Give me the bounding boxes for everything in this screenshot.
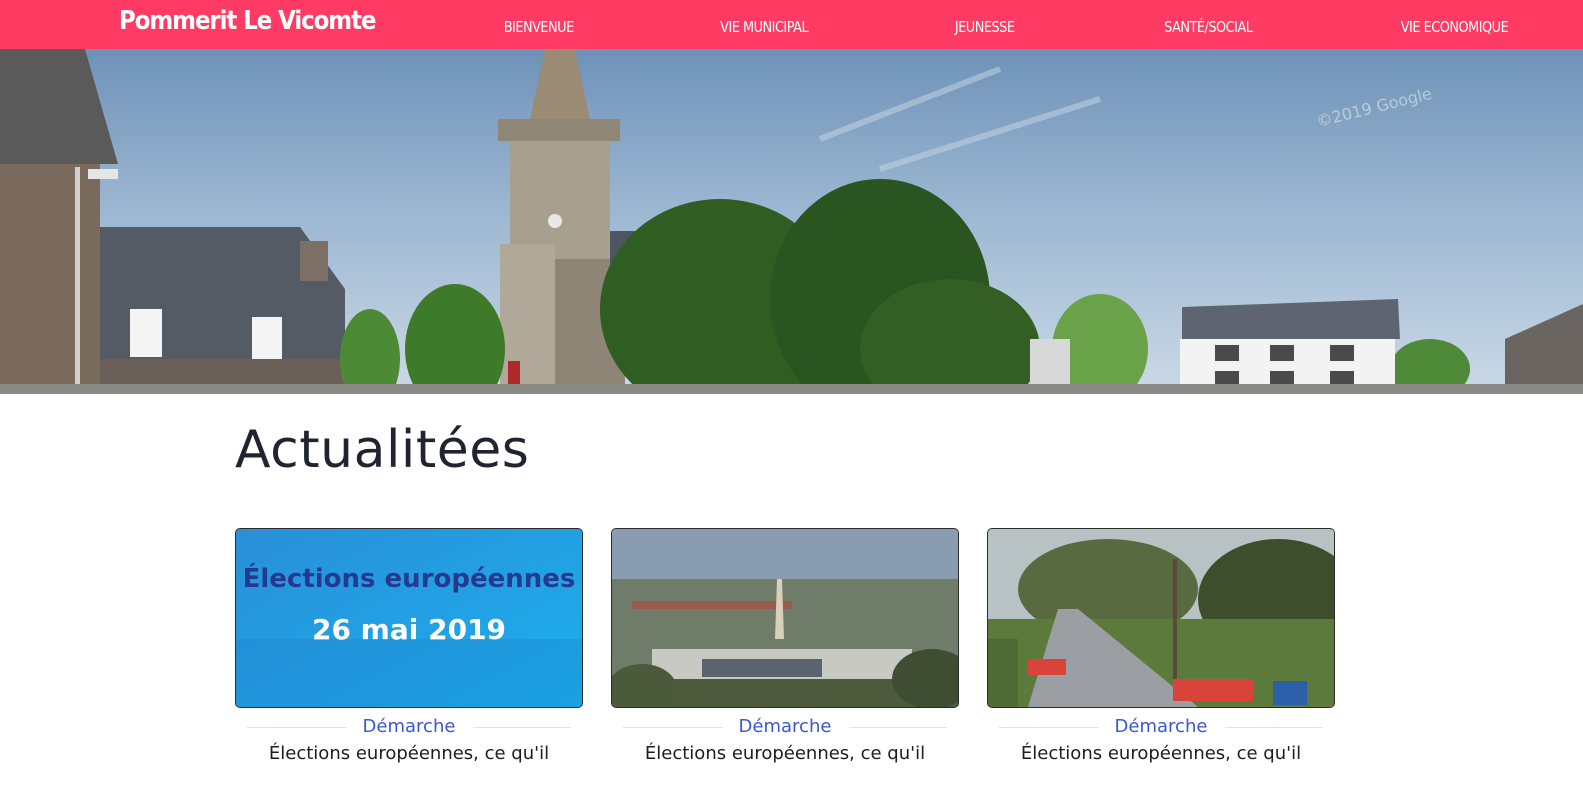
news-card-category-row: Démarche <box>235 708 583 746</box>
news-card-category[interactable]: Démarche <box>611 716 959 737</box>
news-card-image[interactable]: Élections européennes 26 mai 2019 <box>235 528 583 708</box>
news-card[interactable]: Démarche Élections européennes, ce qu'il <box>987 528 1335 764</box>
town-panorama-image <box>612 529 958 707</box>
top-navbar: Pommerit Le Vicomte BIENVENUE VIE MUNICI… <box>0 0 1583 49</box>
news-card-category[interactable]: Démarche <box>235 716 583 737</box>
elections-banner-line2: 26 mai 2019 <box>312 613 506 646</box>
news-card-title[interactable]: Élections européennes, ce qu'il <box>987 743 1335 764</box>
news-card-title[interactable]: Élections européennes, ce qu'il <box>611 743 959 764</box>
hero-village-photo: ©2019 Google <box>0 49 1583 394</box>
news-card-category[interactable]: Démarche <box>987 716 1335 737</box>
nav-item-vie-municipal[interactable]: VIE MUNICIPAL <box>720 18 809 36</box>
news-card-image[interactable] <box>987 528 1335 708</box>
news-card[interactable]: Élections européennes 26 mai 2019 Démarc… <box>235 528 583 764</box>
elections-banner-line1: Élections européennes <box>243 562 576 594</box>
road-works-image <box>988 529 1334 707</box>
nav-item-jeunesse[interactable]: JEUNESSE <box>955 18 1015 36</box>
news-card[interactable]: Démarche Élections européennes, ce qu'il <box>611 528 959 764</box>
hero-banner: ©2019 Google <box>0 49 1583 394</box>
news-card-category-row: Démarche <box>987 708 1335 746</box>
news-card-category-row: Démarche <box>611 708 959 746</box>
nav-item-vie-economique[interactable]: VIE ECONOMIQUE <box>1401 18 1509 36</box>
nav-item-sante-social[interactable]: SANTÉ/SOCIAL <box>1164 18 1253 36</box>
elections-banner-image: Élections européennes 26 mai 2019 <box>236 529 582 707</box>
nav-item-bienvenue[interactable]: BIENVENUE <box>504 18 575 36</box>
news-section-title: Actualitées <box>235 420 530 480</box>
site-brand-link[interactable]: Pommerit Le Vicomte <box>119 6 377 36</box>
news-card-title[interactable]: Élections européennes, ce qu'il <box>235 743 583 764</box>
news-card-image[interactable] <box>611 528 959 708</box>
